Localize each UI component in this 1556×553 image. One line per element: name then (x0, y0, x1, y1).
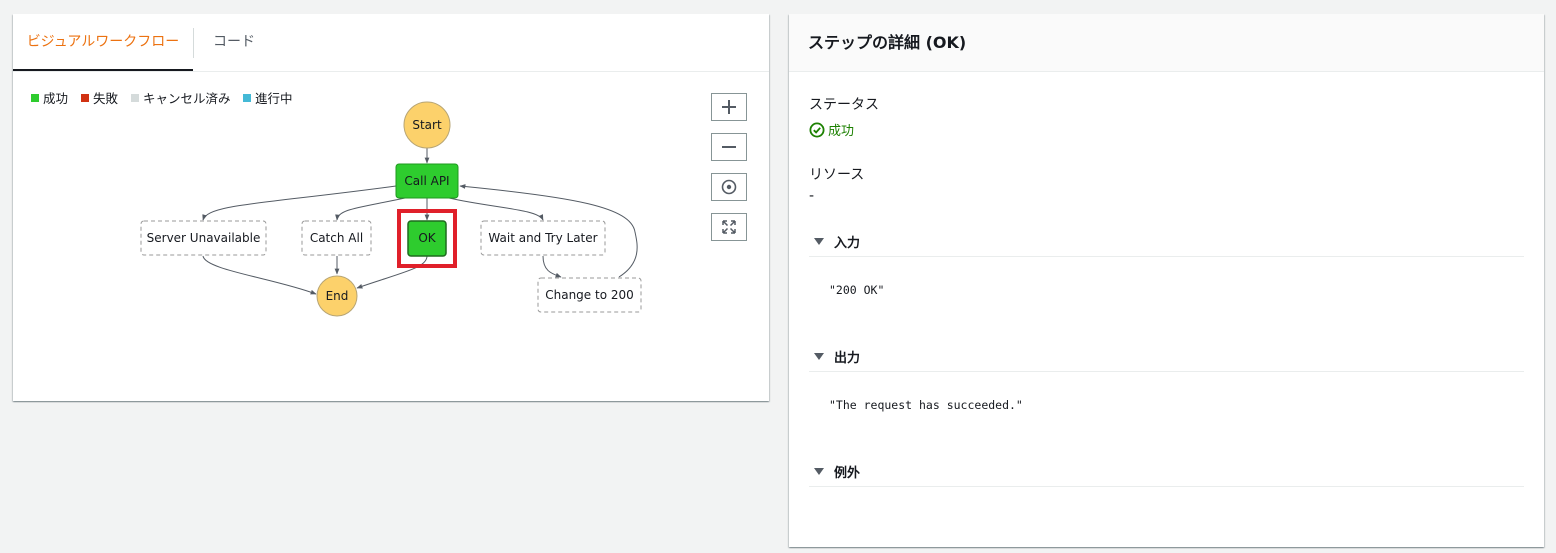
edge-callapi-catch-all (335, 197, 406, 221)
edge-server-unavailable-end (202, 255, 317, 295)
expand-icon (722, 220, 736, 234)
caret-down-icon (814, 467, 824, 475)
edge-callapi-server-unavailable (202, 185, 397, 221)
node-catch-all-label: Catch All (310, 231, 363, 245)
node-change-to-200[interactable]: Change to 200 (537, 277, 642, 313)
workflow-panel: ビジュアルワークフロー コード 成功 失敗 キャンセル済み 進行中 Start … (13, 14, 769, 401)
exception-section-label: 例外 (834, 465, 861, 481)
node-server-unavailable-label: Server Unavailable (147, 231, 261, 245)
input-value: "200 OK" (829, 283, 885, 297)
edge-callapi-wait (448, 197, 544, 221)
output-section-toggle[interactable]: 出力 (809, 341, 1524, 372)
node-end-label: End (326, 289, 349, 303)
zoom-in-button[interactable] (711, 93, 747, 121)
check-circle-icon (809, 122, 825, 137)
node-server-unavailable[interactable]: Server Unavailable (140, 220, 267, 256)
node-call-api[interactable]: Call API (395, 163, 459, 199)
exception-section-toggle[interactable]: 例外 (809, 456, 1524, 487)
step-details-title: ステップの詳細 (OK) (789, 14, 1544, 72)
target-icon (721, 179, 737, 195)
minus-icon (722, 146, 736, 148)
caret-down-icon (814, 237, 824, 245)
workflow-graph: Start Call API Server Unavailable Catch … (140, 101, 642, 317)
node-wait-and-try-later[interactable]: Wait and Try Later (480, 220, 606, 256)
graph-canvas[interactable]: 成功 失敗 キャンセル済み 進行中 Start Call API Server … (13, 72, 769, 401)
caret-down-icon (814, 352, 824, 360)
fit-to-view-button[interactable] (711, 213, 747, 241)
node-start[interactable]: Start (403, 101, 451, 149)
node-wait-label: Wait and Try Later (488, 231, 597, 245)
output-section-label: 出力 (834, 350, 861, 366)
plus-icon (722, 100, 736, 114)
zoom-out-button[interactable] (711, 133, 747, 161)
node-end[interactable]: End (316, 275, 358, 317)
tab-bar: ビジュアルワークフロー コード (13, 14, 769, 72)
status-text: 成功 (828, 124, 855, 139)
tab-code[interactable]: コード (194, 14, 274, 71)
node-catch-all[interactable]: Catch All (301, 220, 372, 256)
status-value: 成功 (809, 120, 854, 139)
node-call-api-label: Call API (404, 174, 449, 188)
node-start-label: Start (412, 118, 442, 132)
node-change-label: Change to 200 (545, 288, 634, 302)
edge-wait-change (542, 255, 562, 278)
step-details-panel: ステップの詳細 (OK) ステータス 成功 リソース - 入力 "200 OK"… (789, 14, 1544, 547)
node-ok-label: OK (418, 231, 436, 245)
center-button[interactable] (711, 173, 747, 201)
input-section-toggle[interactable]: 入力 (809, 226, 1524, 257)
resource-label: リソース (809, 167, 865, 183)
status-label: ステータス (809, 97, 879, 113)
output-value: "The request has succeeded." (829, 398, 1023, 412)
resource-value: - (809, 188, 815, 204)
edge-ok-end (356, 255, 428, 289)
tab-visual-workflow[interactable]: ビジュアルワークフロー (13, 14, 193, 71)
input-section-label: 入力 (834, 235, 861, 251)
